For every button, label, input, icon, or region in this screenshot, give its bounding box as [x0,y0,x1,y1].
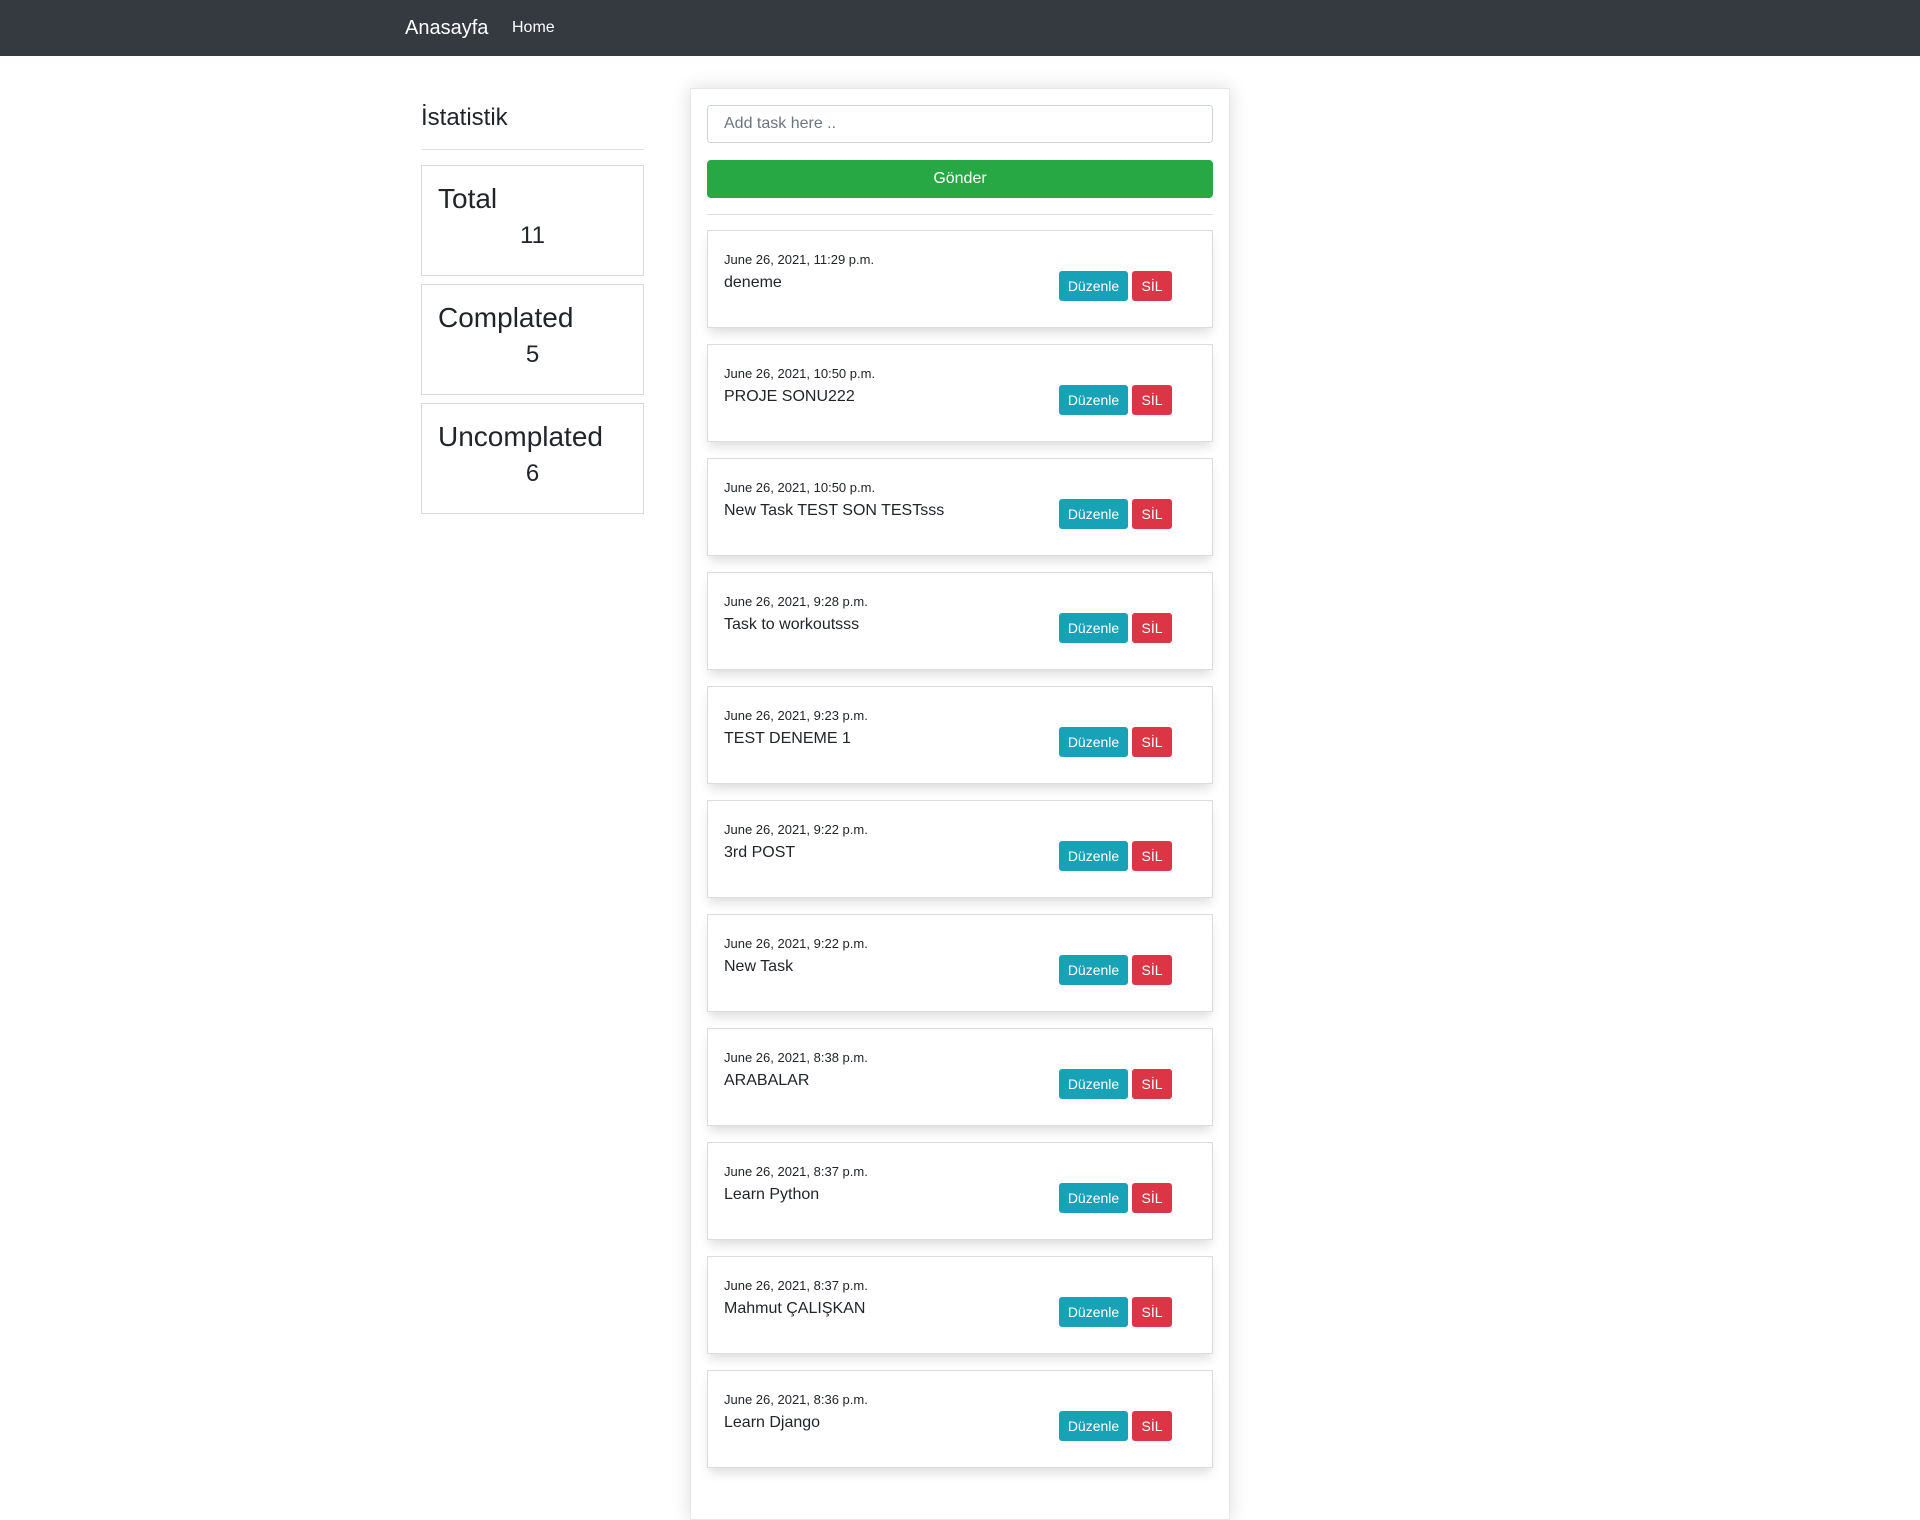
delete-button[interactable]: SİL [1132,271,1172,301]
task-title: TEST DENEME 1 [724,730,851,747]
delete-button[interactable]: SİL [1132,955,1172,985]
edit-button[interactable]: Düzenle [1059,955,1128,985]
brand-link[interactable]: Anasayfa [405,15,488,41]
edit-button[interactable]: Düzenle [1059,385,1128,415]
task-title: New Task [724,958,794,975]
stats-sidebar: İstatistik Total 11 Complated 5 Uncompla… [421,98,644,514]
task-card: June 26, 2021, 10:50 p.m. PROJE SONU222 … [707,344,1213,442]
task-date: June 26, 2021, 9:22 p.m. [724,822,868,837]
task-card: June 26, 2021, 8:37 p.m. Learn Python Dü… [707,1142,1213,1240]
task-date: June 26, 2021, 9:23 p.m. [724,708,868,723]
task-date: June 26, 2021, 8:37 p.m. [724,1278,868,1293]
task-card: June 26, 2021, 8:38 p.m. ARABALAR Düzenl… [707,1028,1213,1126]
task-title: Task to workoutsss [724,616,860,633]
task-date: June 26, 2021, 8:36 p.m. [724,1392,868,1407]
stat-card-total: Total 11 [421,165,644,276]
top-navbar: Anasayfa Home [0,0,1920,56]
delete-button[interactable]: SİL [1132,499,1172,529]
delete-button[interactable]: SİL [1132,385,1172,415]
task-card: June 26, 2021, 8:36 p.m. Learn Django Dü… [707,1370,1213,1468]
task-input[interactable] [707,105,1213,143]
task-title: Learn Django [724,1414,821,1431]
task-date: June 26, 2021, 10:50 p.m. [724,480,876,495]
edit-button[interactable]: Düzenle [1059,1069,1128,1099]
panel-divider [707,214,1213,215]
stat-value: 11 [520,222,545,249]
task-date: June 26, 2021, 11:29 p.m. [724,252,875,267]
delete-button[interactable]: SİL [1132,1069,1172,1099]
task-title: 3rd POST [724,844,796,861]
stat-value: 6 [525,460,540,487]
stat-card-completed: Complated 5 [421,284,644,395]
edit-button[interactable]: Düzenle [1059,841,1128,871]
task-card: June 26, 2021, 9:23 p.m. TEST DENEME 1 D… [707,686,1213,784]
delete-button[interactable]: SİL [1132,613,1172,643]
edit-button[interactable]: Düzenle [1059,613,1128,643]
task-card: June 26, 2021, 9:28 p.m. Task to workout… [707,572,1213,670]
stats-title: İstatistik [421,98,644,150]
task-title: Mahmut ÇALIŞKAN [724,1300,866,1317]
task-card: June 26, 2021, 9:22 p.m. 3rd POST Düzenl… [707,800,1213,898]
task-title: PROJE SONU222 [724,388,855,405]
task-card: June 26, 2021, 11:29 p.m. deneme Düzenle… [707,230,1213,328]
stat-label: Complated [438,302,574,333]
task-title: Learn Python [724,1186,820,1203]
task-date: June 26, 2021, 8:38 p.m. [724,1050,868,1065]
delete-button[interactable]: SİL [1132,1411,1172,1441]
edit-button[interactable]: Düzenle [1059,1411,1128,1441]
stat-label: Uncomplated [438,421,603,452]
task-panel: Gönder June 26, 2021, 11:29 p.m. deneme … [690,88,1230,1520]
task-card: June 26, 2021, 9:22 p.m. New Task Düzenl… [707,914,1213,1012]
delete-button[interactable]: SİL [1132,841,1172,871]
task-date: June 26, 2021, 9:22 p.m. [724,936,868,951]
task-date: June 26, 2021, 8:37 p.m. [724,1164,868,1179]
task-date: June 26, 2021, 10:50 p.m. [724,366,876,381]
task-date: June 26, 2021, 9:28 p.m. [724,594,868,609]
edit-button[interactable]: Düzenle [1059,499,1128,529]
delete-button[interactable]: SİL [1132,1183,1172,1213]
stat-value: 5 [525,341,540,368]
task-title: New Task TEST SON TESTsss [724,502,945,519]
stat-card-uncompleted: Uncomplated 6 [421,403,644,514]
task-list: June 26, 2021, 11:29 p.m. deneme Düzenle… [707,230,1213,1484]
task-card: June 26, 2021, 10:50 p.m. New Task TEST … [707,458,1213,556]
edit-button[interactable]: Düzenle [1059,271,1128,301]
task-card: June 26, 2021, 8:37 p.m. Mahmut ÇALIŞKAN… [707,1256,1213,1354]
edit-button[interactable]: Düzenle [1059,1183,1128,1213]
stat-label: Total [438,183,498,214]
delete-button[interactable]: SİL [1132,727,1172,757]
edit-button[interactable]: Düzenle [1059,1297,1128,1327]
edit-button[interactable]: Düzenle [1059,727,1128,757]
task-title: ARABALAR [724,1072,810,1089]
send-button[interactable]: Gönder [707,160,1213,198]
delete-button[interactable]: SİL [1132,1297,1172,1327]
task-title: deneme [724,274,782,291]
nav-home-link[interactable]: Home [512,18,555,38]
